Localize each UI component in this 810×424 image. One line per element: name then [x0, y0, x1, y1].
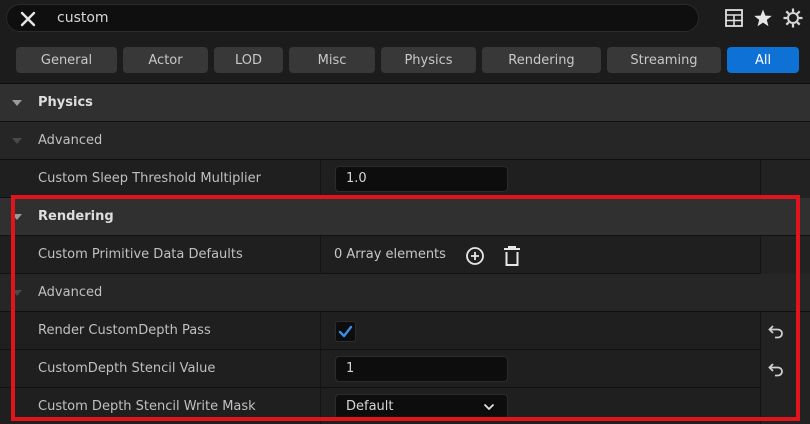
- render-custom-depth-checkbox[interactable]: [335, 321, 356, 342]
- trash-icon[interactable]: [502, 245, 522, 267]
- category-tabs: General Actor LOD Misc Physics Rendering…: [0, 37, 810, 84]
- stencil-value-input[interactable]: 1: [335, 356, 508, 382]
- reset-column: [761, 160, 810, 198]
- property-row-sleep-threshold: Custom Sleep Threshold Multiplier 1.0: [0, 160, 810, 198]
- property-row-stencil-mask: Custom Depth Stencil Write Mask Default: [0, 388, 810, 424]
- chevron-down-icon: [483, 403, 495, 411]
- reset-column: [761, 388, 810, 424]
- section-label: Physics: [38, 95, 93, 110]
- section-rendering[interactable]: Rendering: [0, 198, 810, 236]
- gear-icon[interactable]: [782, 7, 804, 29]
- checkmark-icon: [338, 325, 353, 338]
- tab-all[interactable]: All: [727, 47, 799, 73]
- expand-arrow-icon[interactable]: [12, 138, 22, 144]
- property-label: Custom Primitive Data Defaults: [38, 247, 243, 262]
- property-row-render-custom-depth: Render CustomDepth Pass: [0, 312, 810, 350]
- reset-to-default-icon[interactable]: [767, 361, 785, 377]
- expand-arrow-icon[interactable]: [12, 214, 22, 220]
- tab-physics[interactable]: Physics: [381, 47, 476, 73]
- tab-streaming[interactable]: Streaming: [607, 47, 721, 73]
- property-label: Custom Sleep Threshold Multiplier: [38, 171, 261, 186]
- sleep-threshold-input[interactable]: 1.0: [335, 166, 508, 192]
- section-physics[interactable]: Physics: [0, 84, 810, 122]
- search-input[interactable]: custom: [6, 4, 699, 32]
- subsection-label: Advanced: [38, 285, 103, 300]
- tab-general[interactable]: General: [16, 47, 117, 73]
- property-row-primitive-data: Custom Primitive Data Defaults 0 Array e…: [0, 236, 810, 274]
- reset-column: [761, 236, 810, 274]
- subsection-rendering-advanced[interactable]: Advanced: [0, 274, 810, 312]
- details-panel: Physics Advanced Custom Sleep Threshold …: [0, 84, 810, 424]
- tab-rendering[interactable]: Rendering: [482, 47, 601, 73]
- subsection-physics-advanced[interactable]: Advanced: [0, 122, 810, 160]
- search-input-value: custom: [57, 10, 109, 26]
- expand-arrow-icon[interactable]: [12, 290, 22, 296]
- tab-actor[interactable]: Actor: [123, 47, 208, 73]
- dropdown-value: Default: [346, 399, 394, 414]
- add-element-icon[interactable]: [465, 246, 485, 266]
- property-label: Render CustomDepth Pass: [38, 323, 211, 338]
- reset-to-default-icon[interactable]: [767, 323, 785, 339]
- property-row-stencil-value: CustomDepth Stencil Value 1: [0, 350, 810, 388]
- tab-misc[interactable]: Misc: [289, 47, 375, 73]
- array-count: 0 Array elements: [334, 247, 446, 262]
- search-bar: custom: [0, 0, 810, 37]
- tab-lod[interactable]: LOD: [214, 47, 283, 73]
- subsection-label: Advanced: [38, 133, 103, 148]
- close-icon[interactable]: [17, 8, 39, 30]
- section-label: Rendering: [38, 209, 114, 224]
- property-label: CustomDepth Stencil Value: [38, 361, 216, 376]
- table-view-icon[interactable]: [723, 7, 745, 29]
- expand-arrow-icon[interactable]: [12, 100, 22, 106]
- stencil-mask-dropdown[interactable]: Default: [335, 394, 508, 420]
- star-icon[interactable]: [752, 7, 774, 29]
- property-label: Custom Depth Stencil Write Mask: [38, 399, 256, 414]
